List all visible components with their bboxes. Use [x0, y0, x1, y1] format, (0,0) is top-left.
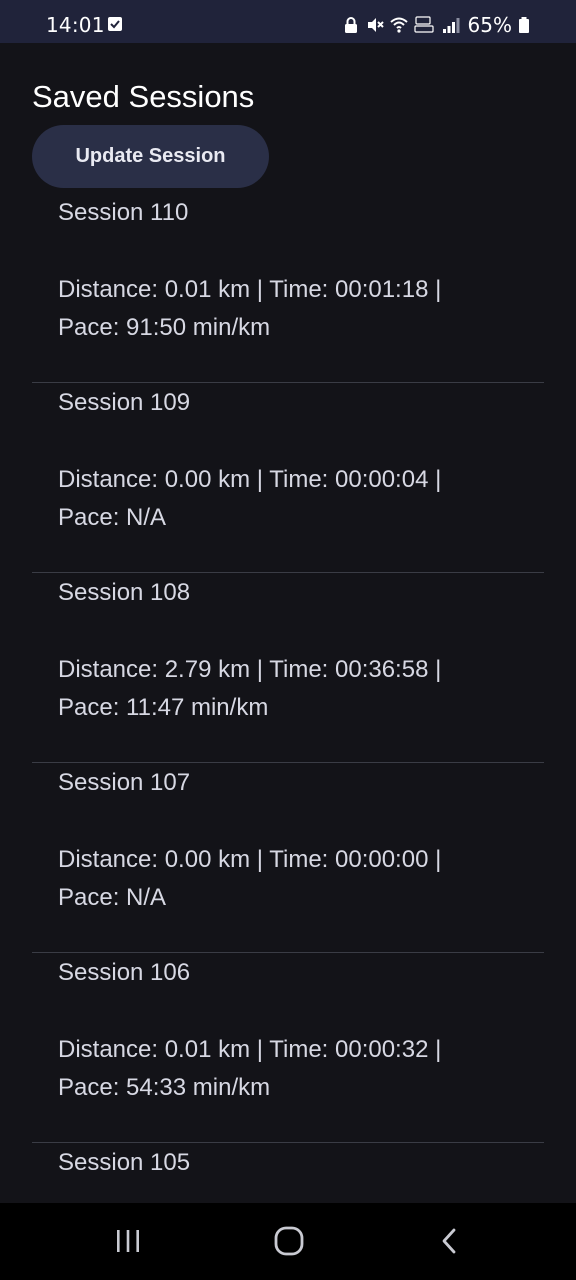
status-icons: 65%	[342, 13, 530, 37]
session-title: Session 110	[58, 199, 189, 226]
mute-icon	[367, 18, 384, 32]
status-time: 14:01	[46, 13, 105, 37]
lock-icon	[344, 17, 357, 33]
recent-apps-icon	[117, 1230, 139, 1252]
battery-percent: 65%	[467, 13, 512, 37]
recent-apps-button[interactable]	[108, 1221, 148, 1261]
session-title: Session 105	[58, 1149, 191, 1176]
battery-icon	[519, 17, 529, 33]
session-item[interactable]: Session 109 Distance: 0.00 km | Time: 00…	[32, 383, 544, 573]
signal-icon	[442, 18, 460, 33]
session-details: Distance: 0.01 km | Time: 00:01:18 | Pac…	[58, 276, 442, 341]
navigation-bar	[0, 1203, 576, 1280]
check-square-icon	[108, 17, 122, 31]
update-session-button[interactable]: Update Session	[32, 125, 269, 188]
volte-icon	[413, 16, 434, 33]
wifi-icon	[389, 17, 408, 33]
session-item[interactable]: Session 110 Distance: 0.01 km | Time: 00…	[32, 193, 544, 383]
session-title: Session 106	[58, 959, 191, 986]
session-title: Session 108	[58, 579, 191, 606]
session-details: Distance: 2.79 km | Time: 00:36:58 | Pac…	[58, 656, 442, 721]
session-item[interactable]: Session 108 Distance: 2.79 km | Time: 00…	[32, 573, 544, 763]
home-button[interactable]	[269, 1221, 309, 1261]
session-item[interactable]: Session 105	[32, 1143, 544, 1203]
session-list[interactable]: Session 110 Distance: 0.01 km | Time: 00…	[32, 193, 544, 1203]
back-icon	[442, 1228, 456, 1254]
session-title: Session 107	[58, 769, 191, 796]
session-details: Distance: 0.00 km | Time: 00:00:04 | Pac…	[58, 466, 442, 531]
page-title: Saved Sessions	[32, 79, 255, 114]
main-content: Saved Sessions Update Session Session 11…	[0, 43, 576, 1203]
session-item[interactable]: Session 106 Distance: 0.01 km | Time: 00…	[32, 953, 544, 1143]
session-title: Session 109	[58, 389, 191, 416]
home-icon	[274, 1226, 304, 1256]
session-details: Distance: 0.01 km | Time: 00:00:32 | Pac…	[58, 1036, 442, 1101]
back-button[interactable]	[430, 1221, 470, 1261]
status-bar: 14:01 65%	[0, 0, 576, 43]
session-details: Distance: 0.00 km | Time: 00:00:00 | Pac…	[58, 846, 442, 911]
session-item[interactable]: Session 107 Distance: 0.00 km | Time: 00…	[32, 763, 544, 953]
